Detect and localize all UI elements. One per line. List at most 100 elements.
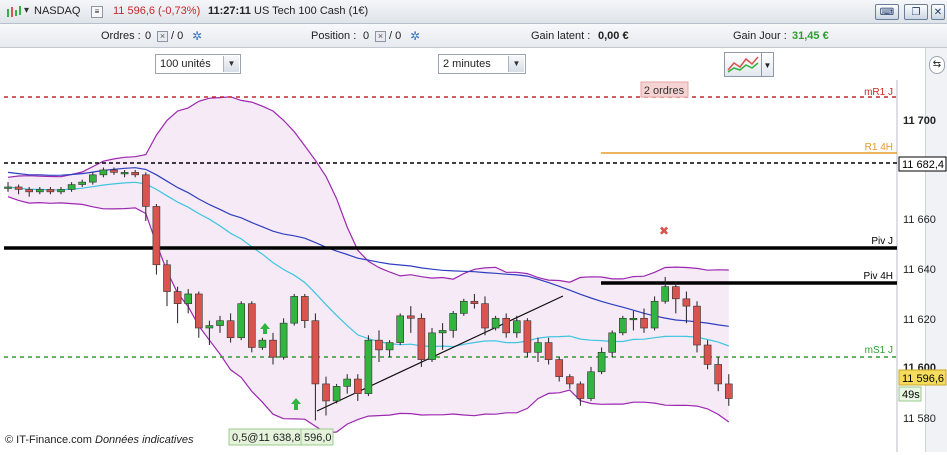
candle[interactable] xyxy=(491,317,500,329)
candle[interactable] xyxy=(152,206,161,266)
candle[interactable] xyxy=(300,296,309,322)
candle[interactable] xyxy=(248,303,256,348)
candle[interactable] xyxy=(311,320,320,385)
gain-jour-value: 31,45 € xyxy=(792,30,829,42)
cancel-orders-icon[interactable]: × xyxy=(157,31,168,42)
orders-settings-icon[interactable]: ✲ xyxy=(192,29,202,43)
candle[interactable] xyxy=(57,189,65,193)
close-position-icon[interactable]: × xyxy=(375,31,386,42)
side-tool-icon[interactable]: ⇆ xyxy=(929,56,945,74)
candle[interactable] xyxy=(724,383,733,399)
title-bar: ▾ NASDAQ ≡ 11 596,6 (-0,73%) 11:27:11 US… xyxy=(0,0,947,24)
candle[interactable] xyxy=(226,320,235,339)
candle[interactable] xyxy=(353,378,362,394)
candle[interactable] xyxy=(534,342,542,353)
candle[interactable] xyxy=(661,286,670,302)
indicators-button[interactable] xyxy=(724,52,762,77)
candle[interactable] xyxy=(608,332,617,353)
controls-row: 100 unités ▼ 2 minutes ▼ xyxy=(0,48,947,80)
candle[interactable] xyxy=(131,172,139,176)
candle[interactable] xyxy=(523,320,532,353)
candle[interactable] xyxy=(502,317,511,334)
candle[interactable] xyxy=(375,339,383,351)
candle[interactable] xyxy=(35,189,44,193)
level-mR1J-label: mR1 J xyxy=(864,87,893,98)
candle[interactable] xyxy=(597,352,606,373)
candle[interactable] xyxy=(396,315,405,343)
candle[interactable] xyxy=(565,376,574,385)
candle[interactable] xyxy=(650,300,659,329)
candle[interactable] xyxy=(173,291,182,304)
candle[interactable] xyxy=(279,322,288,358)
candle[interactable] xyxy=(237,303,245,339)
candle[interactable] xyxy=(67,184,76,190)
price-chart[interactable]: mR1 J R1 4H Piv J Piv 4H mS1 J ✖ 2 ordre… xyxy=(0,80,947,452)
candle[interactable] xyxy=(512,320,521,334)
candle[interactable] xyxy=(385,342,394,351)
instrument-name[interactable]: NASDAQ xyxy=(34,5,80,17)
candle[interactable] xyxy=(99,169,108,176)
candle[interactable] xyxy=(714,364,723,385)
y-tick: 11 620 xyxy=(903,314,936,326)
candle[interactable] xyxy=(640,317,648,329)
candle[interactable] xyxy=(25,189,34,193)
candle[interactable] xyxy=(693,305,701,346)
candle[interactable] xyxy=(120,172,129,175)
candle[interactable] xyxy=(470,300,479,304)
current-price-value: 11 596,6 xyxy=(902,373,944,385)
copyright-text: © IT-Finance.com xyxy=(5,434,92,446)
candle[interactable] xyxy=(703,344,712,365)
dropdown-icon[interactable]: ▾ xyxy=(24,5,29,16)
chevron-down-icon[interactable]: ▼ xyxy=(223,56,239,72)
candle[interactable] xyxy=(216,320,224,326)
candle[interactable] xyxy=(290,296,299,324)
candle[interactable] xyxy=(544,342,553,360)
chart-canvas[interactable]: mR1 J R1 4H Piv J Piv 4H mS1 J ✖ 2 ordre… xyxy=(0,80,947,452)
candle[interactable] xyxy=(184,293,192,304)
candle[interactable] xyxy=(258,339,267,348)
candle[interactable] xyxy=(89,174,97,183)
candle[interactable] xyxy=(14,186,23,190)
orders-label: Ordres : xyxy=(101,30,141,42)
candle[interactable] xyxy=(449,313,458,331)
candle[interactable] xyxy=(142,174,150,207)
candle[interactable] xyxy=(576,383,585,399)
candle[interactable] xyxy=(46,189,55,193)
candle[interactable] xyxy=(618,317,627,334)
candle[interactable] xyxy=(555,359,564,377)
candle[interactable] xyxy=(671,286,680,300)
info-icon[interactable]: ≡ xyxy=(91,6,103,18)
close-icon[interactable]: ✕ xyxy=(931,4,945,20)
candle[interactable] xyxy=(110,169,118,173)
candle[interactable] xyxy=(428,332,436,360)
candle[interactable] xyxy=(78,181,86,185)
candle[interactable] xyxy=(682,298,691,307)
position-settings-icon[interactable]: ✲ xyxy=(410,29,420,43)
position-value: 0 xyxy=(363,30,370,42)
indicators-dropdown[interactable]: ▼ xyxy=(762,52,774,77)
candle[interactable] xyxy=(343,378,352,387)
keyboard-icon[interactable]: ⌨ xyxy=(875,4,899,20)
candle[interactable] xyxy=(629,317,638,321)
candle[interactable] xyxy=(417,317,426,360)
y-tick: 11 660 xyxy=(903,214,936,226)
candle[interactable] xyxy=(195,293,203,329)
units-select[interactable]: 100 unités ▼ xyxy=(155,54,241,74)
candle[interactable] xyxy=(587,371,595,399)
candle[interactable] xyxy=(205,325,214,329)
candle[interactable] xyxy=(459,300,468,314)
restore-icon[interactable]: ❐ xyxy=(904,4,928,20)
candle[interactable] xyxy=(332,386,341,402)
candle[interactable] xyxy=(269,339,277,358)
candle[interactable] xyxy=(438,330,447,334)
candle[interactable] xyxy=(364,339,373,394)
level-Piv4H-label: Piv 4H xyxy=(864,271,893,282)
candle[interactable] xyxy=(406,315,415,319)
candle[interactable] xyxy=(163,264,171,292)
order-label-2: 596,0 xyxy=(304,432,332,444)
timeframe-select[interactable]: 2 minutes ▼ xyxy=(438,54,526,74)
chevron-down-icon[interactable]: ▼ xyxy=(508,56,524,72)
candle[interactable] xyxy=(322,383,330,402)
candle[interactable] xyxy=(4,186,12,189)
candle[interactable] xyxy=(481,303,489,329)
